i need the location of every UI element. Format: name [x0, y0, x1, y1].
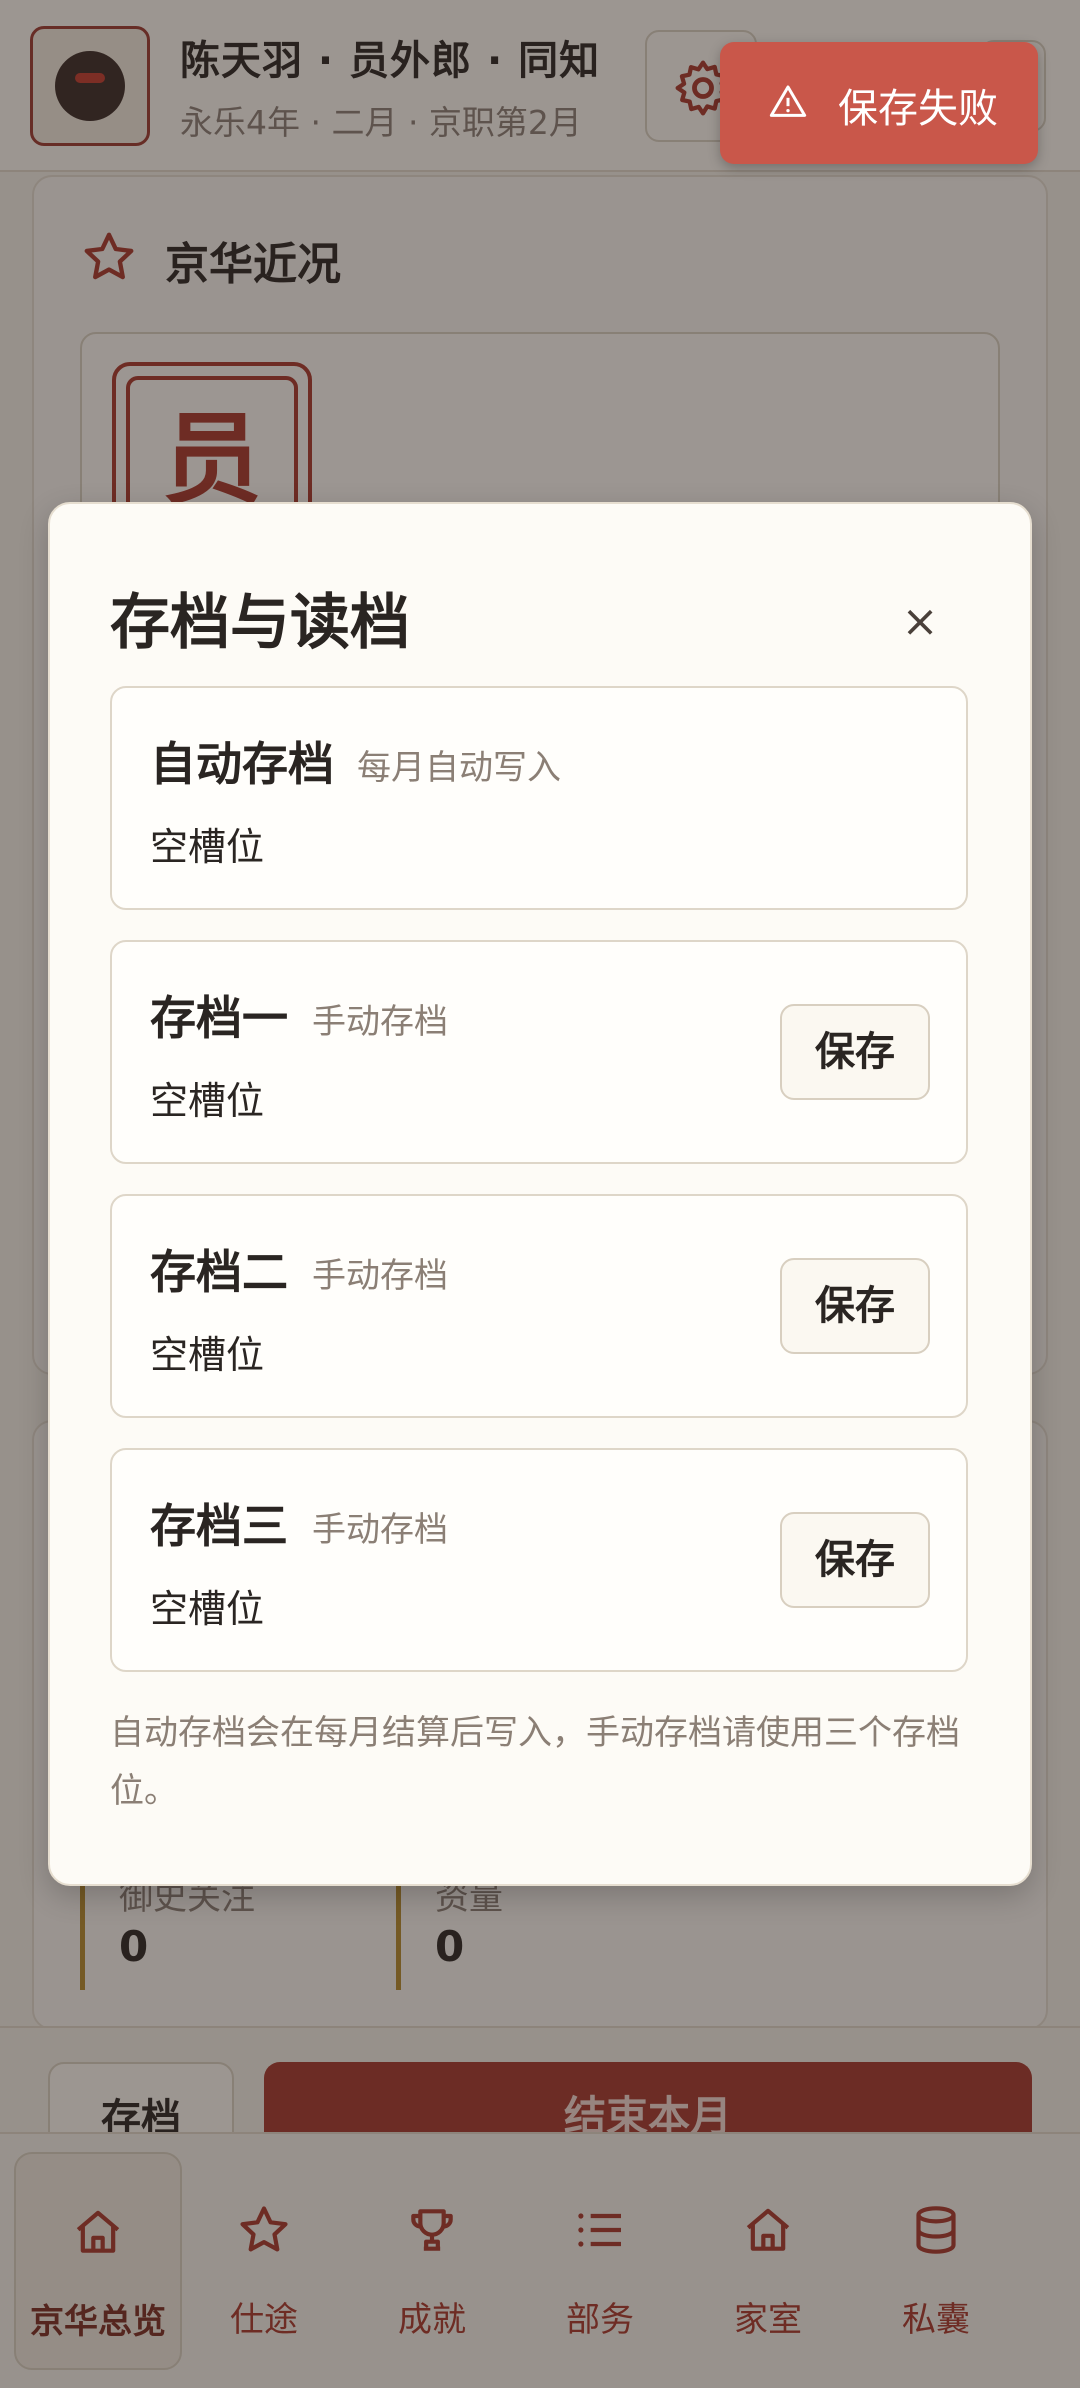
save-button[interactable]: 保存: [780, 1004, 930, 1100]
slot-tag: 每月自动写入: [357, 748, 561, 788]
save-slot-1[interactable]: 存档一 手动存档 空槽位 保存: [110, 940, 968, 1164]
warning-icon: [769, 85, 807, 117]
close-icon: ×: [901, 596, 939, 647]
slot-name: 存档二: [150, 1245, 288, 1299]
save-button[interactable]: 保存: [780, 1512, 930, 1608]
slot-tag: 手动存档: [312, 1002, 448, 1042]
save-button[interactable]: 保存: [780, 1258, 930, 1354]
slot-tag: 手动存档: [312, 1510, 448, 1550]
slot-status: 空槽位: [150, 1079, 265, 1123]
slot-tag: 手动存档: [312, 1256, 448, 1296]
close-button[interactable]: ×: [880, 582, 960, 662]
slot-name: 存档三: [150, 1499, 288, 1553]
slot-status: 空槽位: [150, 825, 265, 869]
slot-status: 空槽位: [150, 1333, 265, 1377]
slot-name: 自动存档: [150, 737, 334, 791]
toast-message: 保存失败: [838, 86, 998, 132]
save-slot-auto[interactable]: 自动存档 每月自动写入 空槽位: [110, 686, 968, 910]
save-slot-2[interactable]: 存档二 手动存档 空槽位 保存: [110, 1194, 968, 1418]
slot-status: 空槽位: [150, 1587, 265, 1631]
error-toast: 保存失败: [720, 42, 1038, 164]
dialog-title: 存档与读档: [110, 588, 410, 658]
slot-name: 存档一: [150, 991, 288, 1045]
save-slot-3[interactable]: 存档三 手动存档 空槽位 保存: [110, 1448, 968, 1672]
dialog-note: 自动存档会在每月结算后写入，手动存档请使用三个存档位。: [110, 1713, 960, 1811]
